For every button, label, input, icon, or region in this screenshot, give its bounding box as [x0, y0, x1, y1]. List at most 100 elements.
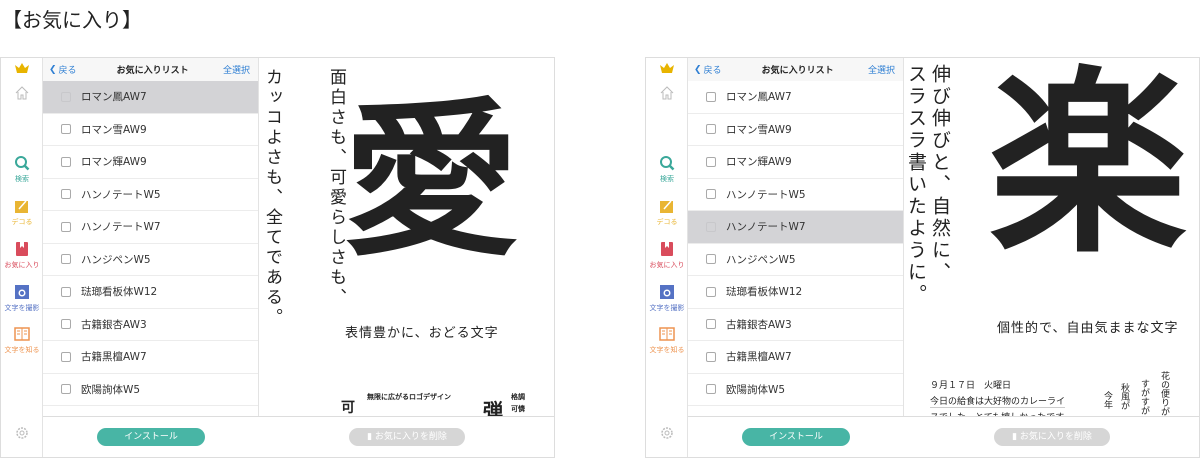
remove-favorite-button[interactable]: ▮ お気に入りを削除	[349, 428, 465, 446]
font-list-item[interactable]: ハンノテートW5	[688, 179, 903, 211]
checkbox[interactable]	[706, 156, 716, 167]
font-list-item[interactable]: ロマン雪AW9	[43, 114, 258, 146]
sidebar-item-camera[interactable]: 文字を撮影	[1, 284, 43, 313]
sidebar-item-book[interactable]: 文字を知る	[646, 326, 688, 355]
sidebar-item-home[interactable]	[646, 85, 688, 104]
search-icon	[14, 155, 30, 171]
font-list-item[interactable]: ロマン鳳AW7	[43, 81, 258, 114]
diary-line: スでした。とても嬉しかったです	[930, 410, 1064, 416]
preview-glyph: 愛	[342, 81, 520, 279]
checkbox[interactable]	[706, 319, 716, 330]
sidebar-item-gear[interactable]	[1, 425, 43, 444]
font-list-item[interactable]: 欧陽詢体W5	[688, 374, 903, 406]
font-name: ロマン鳳AW7	[81, 91, 147, 104]
checkbox[interactable]	[706, 384, 716, 395]
deco-pencil-icon	[659, 198, 675, 214]
checkbox[interactable]	[61, 286, 71, 297]
font-list-item[interactable]: 琺瑯看板体W12	[688, 276, 903, 309]
font-list-item[interactable]: 古籍黒檀AW7	[688, 341, 903, 374]
list-title: お気に入りリスト	[761, 66, 834, 76]
checkbox[interactable]	[61, 319, 71, 330]
install-button[interactable]: インストール	[742, 428, 850, 446]
sidebar-item-home[interactable]	[1, 85, 43, 104]
font-list-item[interactable]: ハンジペンW5	[688, 244, 903, 276]
sidebar-item-crown[interactable]	[646, 60, 688, 79]
font-name: 古籍黒檀AW7	[81, 351, 147, 364]
font-name: 古籍黒檀AW7	[726, 351, 792, 364]
checkbox[interactable]	[706, 91, 716, 102]
bookmark-icon	[659, 241, 675, 257]
font-list-item[interactable]: ハンノテートW7	[688, 211, 903, 244]
font-list-item[interactable]: 琺瑯看板体W12	[43, 276, 258, 309]
font-name: ロマン輝AW9	[81, 156, 147, 169]
sidebar-item-bookmark[interactable]: お気に入り	[646, 241, 688, 270]
font-name: 琺瑯看板体W12	[726, 286, 803, 299]
font-list-item[interactable]: ロマン輝AW9	[43, 146, 258, 179]
font-list-item[interactable]: ロマン雪AW9	[688, 114, 903, 146]
checkbox[interactable]	[61, 189, 71, 200]
font-list-item[interactable]: ハンノテートW7	[43, 211, 258, 244]
sidebar-item-label: 文字を撮影	[649, 304, 685, 312]
vertical-sample-text: 今年	[1102, 391, 1112, 409]
sidebar: 検索デコるお気に入り文字を撮影文字を知る	[646, 58, 688, 457]
install-button[interactable]: インストール	[97, 428, 205, 446]
remove-favorite-label: お気に入りを削除	[374, 432, 447, 442]
checkbox[interactable]	[706, 351, 716, 362]
remove-favorite-button[interactable]: ▮ お気に入りを削除	[994, 428, 1110, 446]
checkbox[interactable]	[61, 156, 71, 167]
sidebar-item-deco-pencil[interactable]: デコる	[646, 198, 688, 227]
checkbox[interactable]	[61, 351, 71, 362]
checkbox[interactable]	[61, 91, 71, 102]
sidebar-item-search[interactable]: 検索	[1, 155, 43, 184]
font-list-item[interactable]: 古籍銀杏AW3	[688, 309, 903, 341]
sidebar-item-label: お気に入り	[649, 261, 685, 269]
sample-text: 弾	[483, 399, 503, 416]
sidebar-item-bookmark[interactable]: お気に入り	[1, 241, 43, 270]
sidebar-item-camera[interactable]: 文字を撮影	[646, 284, 688, 313]
checkbox[interactable]	[61, 254, 71, 265]
crown-icon	[14, 60, 30, 76]
back-button[interactable]: 戻る	[59, 63, 77, 76]
checkbox[interactable]	[706, 189, 716, 200]
sidebar-item-deco-pencil[interactable]: デコる	[1, 198, 43, 227]
font-list-item[interactable]: 欧陽詢体W5	[43, 374, 258, 406]
checkbox[interactable]	[61, 124, 71, 135]
font-name: 古籍銀杏AW3	[81, 318, 147, 331]
select-all-button[interactable]: 全選択	[223, 63, 250, 76]
select-all-button[interactable]: 全選択	[868, 63, 895, 76]
bottom-bar: インストール ▮ お気に入りを削除	[688, 416, 1199, 457]
checkbox[interactable]	[706, 254, 716, 265]
favorites-list: ❮ 戻る お気に入りリスト 全選択 ロマン鳳AW7 ロマン雪AW9 ロマン輝AW9 ハンノテー…	[688, 58, 904, 416]
font-list-item[interactable]: ハンノテートW5	[43, 179, 258, 211]
back-button[interactable]: 戻る	[704, 63, 722, 76]
checkbox[interactable]	[706, 286, 716, 297]
favorites-list: ❮ 戻る お気に入りリスト 全選択 ロマン鳳AW7 ロマン雪AW9 ロマン輝AW9 ハンノテー…	[43, 58, 259, 416]
search-icon	[659, 155, 675, 171]
sidebar-item-gear[interactable]	[646, 425, 688, 444]
font-list-item[interactable]: ロマン鳳AW7	[688, 81, 903, 114]
checkbox[interactable]	[706, 124, 716, 135]
font-list-item[interactable]: ハンジペンW5	[43, 244, 258, 276]
checkbox[interactable]	[61, 384, 71, 395]
sidebar-item-label: 文字を知る	[649, 346, 685, 354]
font-list-item[interactable]: 古籍黒檀AW7	[43, 341, 258, 374]
sidebar-item-label: 検索	[660, 175, 674, 183]
sample-text: 可憐	[511, 405, 525, 413]
diary-line: ９月１７日 火曜日	[930, 381, 1012, 391]
app-screen-1: 検索 デコる お気に入り 文字を撮影 文字を知る ❮ 戻る お気に入りリスト 全選択 ロマン鳳AW…	[0, 57, 555, 458]
font-list-item[interactable]: 古籍銀杏AW3	[43, 309, 258, 341]
checkbox[interactable]	[706, 221, 716, 232]
bookmark-icon: ▮	[367, 432, 375, 442]
checkbox[interactable]	[61, 221, 71, 232]
font-name: ハンジペンW5	[81, 253, 151, 266]
sidebar-item-book[interactable]: 文字を知る	[1, 326, 43, 355]
font-name: 欧陽詢体W5	[726, 383, 786, 396]
diary-line: 今日の給食は大好物のカレーライ	[930, 394, 1066, 408]
font-name: ロマン輝AW9	[726, 156, 792, 169]
font-list-item[interactable]: ロマン輝AW9	[688, 146, 903, 179]
bottom-bar: インストール ▮ お気に入りを削除	[43, 416, 554, 457]
page-title: 【お気に入り】	[2, 8, 142, 32]
sidebar-item-crown[interactable]	[1, 60, 43, 79]
sidebar-item-search[interactable]: 検索	[646, 155, 688, 184]
font-name: 琺瑯看板体W12	[81, 286, 158, 299]
